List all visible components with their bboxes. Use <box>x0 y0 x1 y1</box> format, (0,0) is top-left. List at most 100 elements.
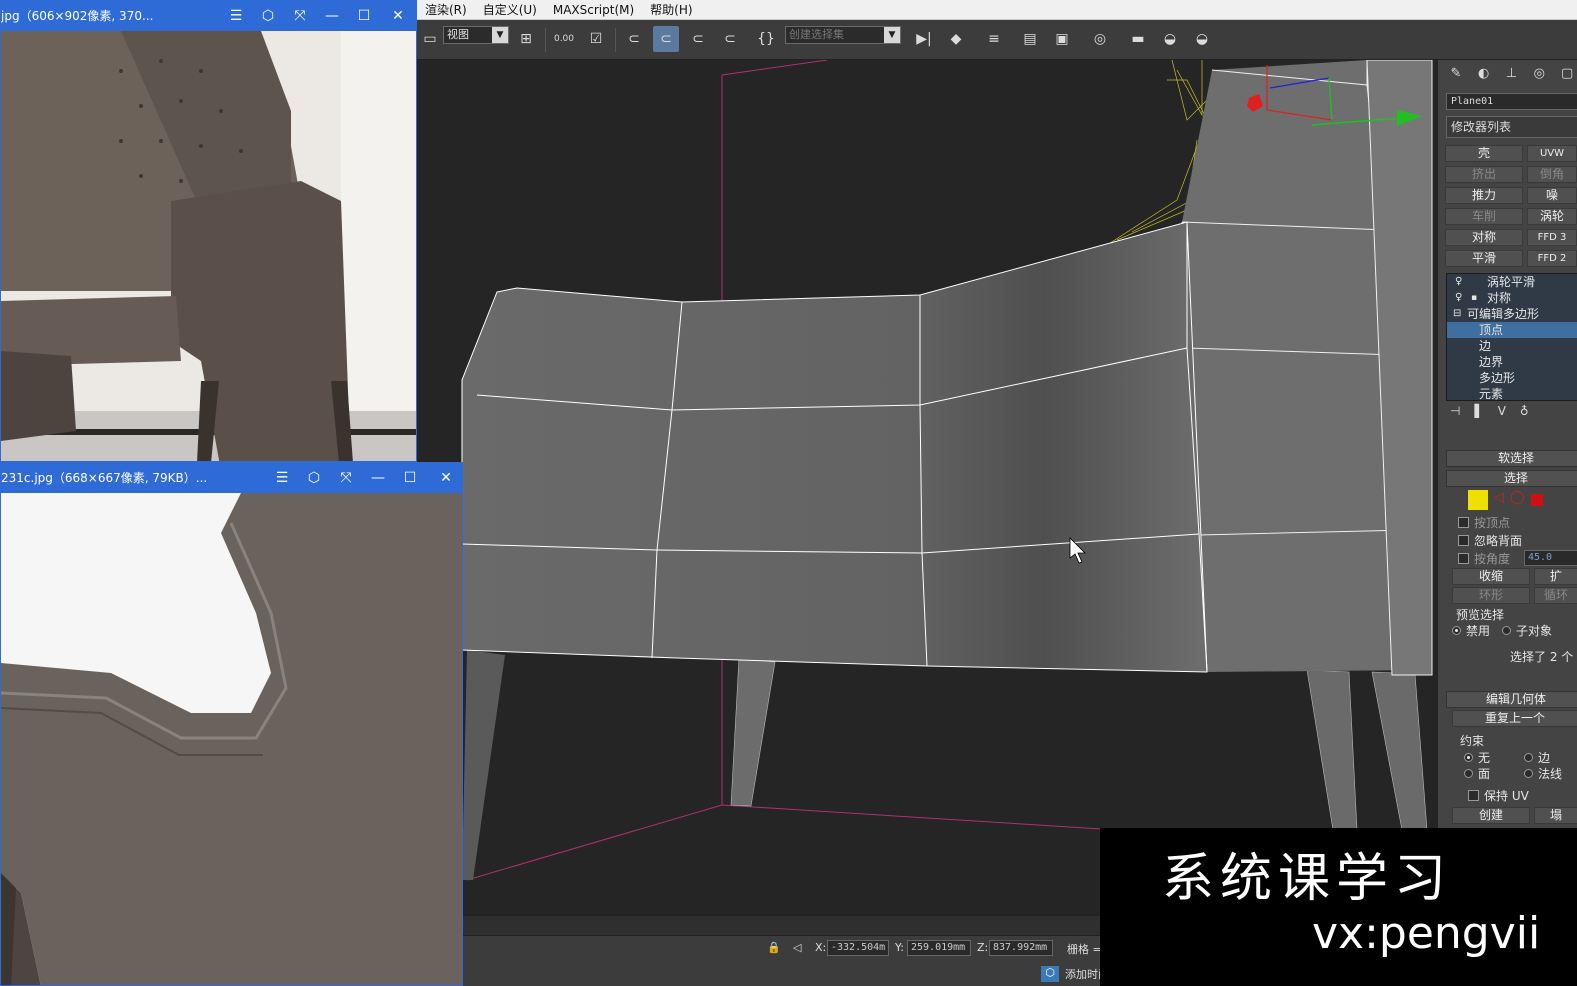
mirror-icon[interactable]: ▶| <box>911 26 937 52</box>
close-icon[interactable]: ✕ <box>381 1 415 31</box>
modifier-noise-button[interactable]: 噪 <box>1527 187 1577 204</box>
hierarchy-tab-icon[interactable]: ⊥ <box>1502 63 1522 85</box>
menu-customize[interactable]: 自定义(U) <box>475 0 545 20</box>
modifier-uvw-button[interactable]: UVW <box>1527 145 1577 162</box>
object-name-field[interactable]: Plane01 <box>1446 93 1577 110</box>
maximize-icon[interactable]: ☐ <box>347 1 381 31</box>
stack-item-element[interactable]: 元素 <box>1447 386 1577 402</box>
make-unique-icon[interactable]: Ⅴ <box>1498 404 1506 424</box>
absolute-mode-icon[interactable]: ◁ <box>793 941 801 954</box>
maximize-icon[interactable]: ☐ <box>393 463 427 493</box>
angle-spinner[interactable]: 45.0 <box>1524 550 1577 566</box>
render-setup-icon[interactable]: ▬ <box>1125 26 1151 52</box>
modifier-extrude-button[interactable]: 挤出 <box>1445 166 1523 183</box>
edge-mode-icon[interactable]: ◁ <box>1494 490 1504 510</box>
spinner-snap-toggle-icon[interactable]: ⊂ <box>717 26 743 52</box>
grow-button[interactable]: 扩 <box>1534 568 1577 585</box>
schematic-view-icon[interactable]: ▣ <box>1049 26 1075 52</box>
minimize-icon[interactable]: — <box>361 463 395 493</box>
shrink-button[interactable]: 收缩 <box>1452 568 1530 585</box>
edit-geometry-rollout[interactable]: 编辑几何体 <box>1446 691 1577 708</box>
stack-item-border[interactable]: 边界 <box>1447 354 1577 370</box>
material-editor-icon[interactable]: ◎ <box>1087 26 1113 52</box>
minimize-icon[interactable]: — <box>315 1 349 31</box>
time-tag-icon[interactable]: ⬡ <box>1041 966 1059 982</box>
modifier-bevel-button[interactable]: 倒角 <box>1527 166 1577 183</box>
vertex-mode-icon[interactable] <box>1468 490 1488 510</box>
display-tab-icon[interactable]: ▢ <box>1557 63 1577 85</box>
lightbulb-icon[interactable]: ♀ <box>1455 274 1462 290</box>
stack-item-turbosmooth[interactable]: ♀ 涡轮平滑 <box>1447 274 1577 290</box>
constraint-edge-radio[interactable] <box>1524 753 1533 762</box>
modifier-smooth-button[interactable]: 平滑 <box>1445 250 1523 267</box>
menu-maxscript[interactable]: MAXScript(M) <box>545 0 642 20</box>
fullscreen-icon[interactable]: ⤧ <box>283 1 317 31</box>
constraint-none-radio[interactable] <box>1464 753 1473 762</box>
fullscreen-icon[interactable]: ⤧ <box>329 463 363 493</box>
expand-plus-icon[interactable]: ▪ <box>1471 290 1477 306</box>
viewer-2-titlebar[interactable]: 231c.jpg（668×667像素, 79KB）... ☰ ⬡ ⤧ — ☐ ✕ <box>1 463 462 493</box>
selection-rollout[interactable]: 选择 <box>1446 470 1577 487</box>
y-coordinate-field[interactable]: 259.019mm <box>907 940 971 956</box>
polygon-mode-icon[interactable] <box>1530 494 1543 506</box>
modify-tab-icon[interactable]: ◐ <box>1474 63 1494 85</box>
stack-item-symmetry[interactable]: ♀ ▪ 对称 <box>1447 290 1577 306</box>
viewer-1-titlebar[interactable]: jpg（606×902像素, 370... ☰ ⬡ ⤧ — ☐ ✕ <box>1 1 416 31</box>
percent-snap-icon[interactable]: ⊂ <box>685 26 711 52</box>
stack-item-editable-poly[interactable]: ⊟ 可编辑多边形 <box>1447 306 1577 322</box>
border-mode-icon[interactable]: ◯ <box>1510 490 1525 510</box>
snap-3d-icon[interactable]: ⊂ <box>621 26 647 52</box>
menu-render[interactable]: 渲染(R) <box>417 0 475 20</box>
named-selection-set[interactable]: 创建选择集 ▼ <box>785 26 901 44</box>
modifier-lathe-button[interactable]: 车削 <box>1445 208 1523 225</box>
modifier-push-button[interactable]: 推力 <box>1445 187 1523 204</box>
remove-modifier-icon[interactable]: ♁ <box>1520 404 1529 424</box>
collapse-minus-icon[interactable]: ⊟ <box>1453 306 1461 322</box>
menu-help[interactable]: 帮助(H) <box>642 0 700 20</box>
modifier-shell-button[interactable]: 壳 <box>1445 145 1523 162</box>
preview-subobject-radio[interactable] <box>1502 626 1511 635</box>
constraint-normal-radio[interactable] <box>1524 769 1533 778</box>
preserve-uv-checkbox[interactable] <box>1468 790 1479 801</box>
constraint-face-radio[interactable] <box>1464 769 1473 778</box>
modifier-ffd3-button[interactable]: FFD 3 <box>1527 229 1577 246</box>
modifier-ffd2-button[interactable]: FFD 2 <box>1527 250 1577 267</box>
perspective-viewport[interactable] <box>417 60 1437 915</box>
z-coordinate-field[interactable]: 837.992mm <box>989 940 1053 956</box>
rendered-frame-icon[interactable]: ◒ <box>1157 26 1183 52</box>
stack-item-vertex[interactable]: 顶点 <box>1447 322 1577 338</box>
keyboard-shortcut-icon[interactable]: ☑ <box>583 26 609 52</box>
spinner-snap-icon[interactable]: 0.00 <box>551 26 577 52</box>
modifier-symmetry-button[interactable]: 对称 <box>1445 229 1523 246</box>
motion-tab-icon[interactable]: ◎ <box>1529 63 1549 85</box>
menu-icon[interactable]: ☰ <box>265 463 299 493</box>
select-region-icon[interactable]: ▭ <box>417 26 443 52</box>
render-icon[interactable]: ◒ <box>1189 26 1215 52</box>
reference-coord-select[interactable]: 视图 ▼ <box>443 26 509 44</box>
create-tab-icon[interactable]: ✎ <box>1446 63 1466 85</box>
by-angle-checkbox[interactable] <box>1458 553 1469 564</box>
pin-icon[interactable]: ⬡ <box>251 1 285 31</box>
x-coordinate-field[interactable]: -332.504m <box>827 940 889 956</box>
edit-named-selection-icon[interactable]: {} <box>753 26 779 52</box>
curve-editor-icon[interactable]: ▤ <box>1017 26 1043 52</box>
collapse-button[interactable]: 塌 <box>1534 807 1577 824</box>
pin-icon[interactable]: ⬡ <box>297 463 331 493</box>
align-icon[interactable]: ◆ <box>943 26 969 52</box>
angle-snap-icon[interactable]: ⊂ <box>653 26 679 52</box>
pivot-icon[interactable]: ⊞ <box>513 26 539 52</box>
stack-item-polygon[interactable]: 多边形 <box>1447 370 1577 386</box>
layer-manager-icon[interactable]: ≡ <box>981 26 1007 52</box>
pin-stack-icon[interactable]: ⊣ <box>1450 404 1460 424</box>
close-icon[interactable]: ✕ <box>429 463 462 493</box>
stack-item-edge[interactable]: 边 <box>1447 338 1577 354</box>
preview-disabled-radio[interactable] <box>1452 626 1461 635</box>
show-end-result-icon[interactable]: ▌ <box>1474 404 1483 424</box>
soft-selection-rollout[interactable]: 软选择 <box>1446 450 1577 467</box>
menu-icon[interactable]: ☰ <box>219 1 253 31</box>
repeat-last-button[interactable]: 重复上一个 <box>1452 710 1577 727</box>
lock-icon[interactable]: 🔒 <box>767 941 781 954</box>
by-vertex-checkbox[interactable] <box>1458 517 1469 528</box>
create-button[interactable]: 创建 <box>1452 807 1530 824</box>
loop-button[interactable]: 循环 <box>1534 587 1577 604</box>
